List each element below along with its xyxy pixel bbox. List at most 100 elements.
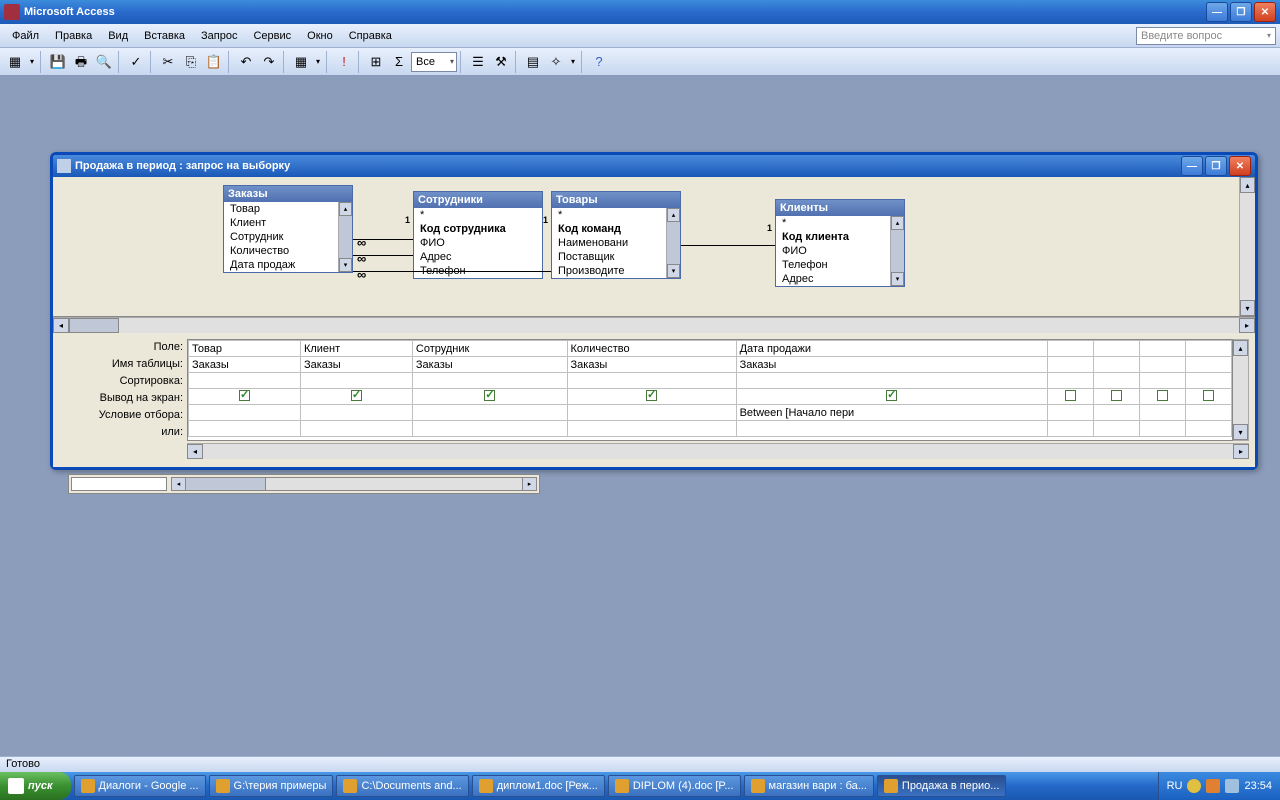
grid-cell[interactable] [412,421,567,437]
grid-cell[interactable] [189,373,301,389]
grid-cell[interactable] [567,405,736,421]
query-minimize-button[interactable]: — [1181,156,1203,176]
close-button[interactable]: ✕ [1254,2,1276,22]
diagram-vscrollbar[interactable]: ▴ ▾ [1239,177,1255,316]
grid-cell[interactable] [189,421,301,437]
tray-icon[interactable] [1206,779,1220,793]
grid-cell[interactable]: Заказы [412,357,567,373]
scroll-right-icon[interactable]: ▸ [1239,318,1255,333]
taskbar-item[interactable]: Диалоги - Google ... [74,775,206,797]
table-field[interactable]: Код команд [552,222,680,236]
grid-cell[interactable] [189,405,301,421]
grid-cell[interactable]: Клиент [300,341,412,357]
grid-cell[interactable] [1185,389,1231,405]
table-field[interactable]: Количество [224,244,352,258]
grid-cell[interactable] [412,389,567,405]
query-close-button[interactable]: ✕ [1229,156,1251,176]
nav-box[interactable] [71,477,167,491]
table-title[interactable]: Заказы [224,186,352,202]
taskbar-item[interactable]: Продажа в перио... [877,775,1007,797]
print-button[interactable]: 🖶 [70,51,92,73]
grid-cell[interactable]: Товар [189,341,301,357]
menu-view[interactable]: Вид [100,27,136,45]
table-box[interactable]: Сотрудники*Код сотрудникаФИОАдресТелефон [413,191,543,279]
scroll-right-icon[interactable]: ▸ [1233,444,1249,459]
grid-cell[interactable]: Дата продажи [736,341,1047,357]
system-tray[interactable]: RU 23:54 [1158,772,1280,800]
show-checkbox[interactable] [1111,390,1122,401]
dbwindow-button[interactable]: ▤ [522,51,544,73]
preview-button[interactable]: 🔍 [93,51,115,73]
table-field[interactable]: Поставщик [552,250,680,264]
grid-cell[interactable] [189,389,301,405]
grid-cell[interactable] [1185,373,1231,389]
table-field[interactable]: * [776,216,904,230]
help-button[interactable]: ? [588,51,610,73]
scroll-down-icon[interactable]: ▾ [1233,424,1248,440]
grid-cell[interactable] [1047,421,1093,437]
view-dropdown[interactable]: ▾ [27,51,37,73]
menu-query[interactable]: Запрос [193,27,245,45]
diagram-pane[interactable]: ЗаказыТоварКлиентСотрудникКоличествоДата… [53,177,1255,317]
grid-cell[interactable]: Количество [567,341,736,357]
menu-help[interactable]: Справка [341,27,400,45]
spell-button[interactable]: ✓ [125,51,147,73]
scroll-right-icon[interactable]: ▸ [522,478,536,490]
menu-file[interactable]: Файл [4,27,47,45]
grid-cell[interactable]: Заказы [189,357,301,373]
paste-button[interactable]: 📋 [203,51,225,73]
grid-cell[interactable] [736,373,1047,389]
grid-cell[interactable] [1093,405,1139,421]
table-field[interactable]: Товар [224,202,352,216]
grid-cell[interactable] [1093,357,1139,373]
grid-cell[interactable] [1047,389,1093,405]
table-field[interactable]: ФИО [776,244,904,258]
grid-cell[interactable] [1139,421,1185,437]
diagram-hscrollbar[interactable]: ◂ ▸ [53,317,1255,333]
table-field[interactable]: * [552,208,680,222]
table-field[interactable]: Сотрудник [224,230,352,244]
grid-cell[interactable] [567,421,736,437]
table-field[interactable]: Телефон [776,258,904,272]
taskbar-item[interactable]: магазин вари : ба... [744,775,874,797]
menu-window[interactable]: Окно [299,27,341,45]
menu-tools[interactable]: Сервис [245,27,299,45]
grid-cell[interactable] [1047,373,1093,389]
scroll-thumb[interactable] [186,478,266,490]
table-title[interactable]: Товары [552,192,680,208]
grid-cell[interactable] [567,373,736,389]
design-grid[interactable]: ТоварКлиентСотрудникКоличествоДата прода… [187,339,1233,441]
table-field[interactable]: Дата продаж [224,258,352,272]
maximize-button[interactable]: ❐ [1230,2,1252,22]
clock[interactable]: 23:54 [1244,780,1272,792]
table-field[interactable]: * [414,208,542,222]
menu-edit[interactable]: Правка [47,27,100,45]
grid-cell[interactable] [1093,421,1139,437]
table-title[interactable]: Сотрудники [414,192,542,208]
grid-cell[interactable] [1047,341,1093,357]
help-question-input[interactable]: Введите вопрос ▾ [1136,27,1276,45]
table-box[interactable]: Товары*Код командНаименованиПоставщикПро… [551,191,681,279]
show-checkbox[interactable] [239,390,250,401]
grid-cell[interactable]: Between [Начало пери [736,405,1047,421]
grid-cell[interactable] [1185,405,1231,421]
table-title[interactable]: Клиенты [776,200,904,216]
grid-cell[interactable] [1047,357,1093,373]
taskbar-item[interactable]: G:\терия примеры [209,775,334,797]
taskbar-item[interactable]: DIPLOM (4).doc [P... [608,775,741,797]
redo-button[interactable]: ↷ [258,51,280,73]
taskbar-item[interactable]: C:\Documents and... [336,775,468,797]
language-indicator[interactable]: RU [1167,780,1183,792]
topvalues-combo[interactable]: Все [411,52,457,72]
grid-cell[interactable]: Заказы [736,357,1047,373]
show-checkbox[interactable] [886,390,897,401]
view-button[interactable]: ▦ [4,51,26,73]
grid-cell[interactable] [300,373,412,389]
grid-cell[interactable]: Заказы [300,357,412,373]
grid-cell[interactable] [1093,341,1139,357]
grid-cell[interactable] [1093,389,1139,405]
grid-cell[interactable] [300,421,412,437]
grid-cell[interactable] [1139,341,1185,357]
table-field[interactable]: Код клиента [776,230,904,244]
grid-cell[interactable] [300,389,412,405]
